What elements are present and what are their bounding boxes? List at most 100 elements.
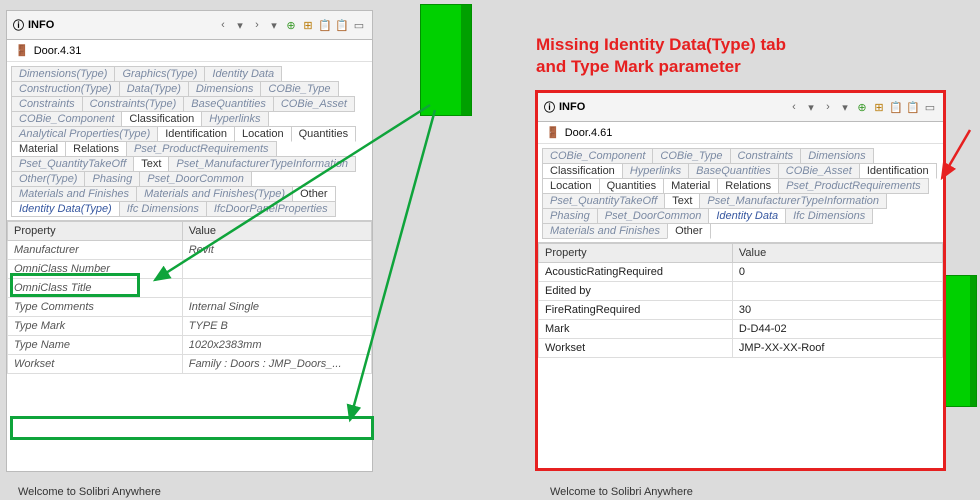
col-property[interactable]: Property xyxy=(539,244,733,263)
tab-cobie-asset[interactable]: COBie_Asset xyxy=(778,163,860,179)
nav-last-icon[interactable]: ▾ xyxy=(267,18,281,32)
nav-first-icon[interactable]: ‹ xyxy=(216,18,230,32)
table-row[interactable]: Type Name1020x2383mm xyxy=(8,336,372,355)
tab-ifc-dimensions[interactable]: Ifc Dimensions xyxy=(785,208,873,224)
tab-cobie-component[interactable]: COBie_Component xyxy=(11,111,122,127)
clipboard-icon[interactable]: 📋 xyxy=(318,18,332,32)
tab-cobie-type[interactable]: COBie_Type xyxy=(652,148,730,164)
tab-quantities[interactable]: Quantities xyxy=(291,126,357,142)
tab-relations[interactable]: Relations xyxy=(717,178,779,194)
tab-graphics-type-[interactable]: Graphics(Type) xyxy=(114,66,205,82)
tab-pset-doorcommon[interactable]: Pset_DoorCommon xyxy=(597,208,710,224)
tab-identity-data-type-[interactable]: Identity Data(Type) xyxy=(11,201,120,217)
tab-dimensions[interactable]: Dimensions xyxy=(188,81,261,97)
tab-construction-type-[interactable]: Construction(Type) xyxy=(11,81,120,97)
tab-material[interactable]: Material xyxy=(663,178,718,194)
screen-icon[interactable]: ▭ xyxy=(923,100,937,114)
tab-pset-manufacturertypeinformation[interactable]: Pset_ManufacturerTypeInformation xyxy=(168,156,356,172)
tab-pset-quantitytakeoff[interactable]: Pset_QuantityTakeOff xyxy=(542,193,665,209)
clipboard-icon[interactable]: 📋 xyxy=(889,100,903,114)
tab-location[interactable]: Location xyxy=(234,126,292,142)
tab-ifc-dimensions[interactable]: Ifc Dimensions xyxy=(119,201,207,217)
table-row[interactable]: WorksetFamily : Doors : JMP_Doors_... xyxy=(8,355,372,374)
tab-pset-doorcommon[interactable]: Pset_DoorCommon xyxy=(139,171,252,187)
tab-identity-data[interactable]: Identity Data xyxy=(204,66,282,82)
tab-quantities[interactable]: Quantities xyxy=(599,178,665,194)
header-toolbar-right: ‹ ▾ › ▾ ⊕ ⊞ 📋 📋 ▭ xyxy=(787,100,937,114)
tab-text[interactable]: Text xyxy=(664,193,700,209)
tab-analytical-properties-type-[interactable]: Analytical Properties(Type) xyxy=(11,126,158,142)
tab-other[interactable]: Other xyxy=(292,186,336,202)
tab-other[interactable]: Other xyxy=(667,223,711,239)
tab-basequantities[interactable]: BaseQuantities xyxy=(183,96,274,112)
property-value: Internal Single xyxy=(182,298,371,317)
property-table-right: Property Value AcousticRatingRequired0Ed… xyxy=(538,243,943,358)
tab-hyperlinks[interactable]: Hyperlinks xyxy=(622,163,689,179)
tab-classification[interactable]: Classification xyxy=(121,111,202,127)
col-property[interactable]: Property xyxy=(8,222,183,241)
add-icon[interactable]: ⊞ xyxy=(872,100,886,114)
object-name-left: Door.4.31 xyxy=(34,45,82,57)
tab-classification[interactable]: Classification xyxy=(542,163,623,179)
tab-pset-manufacturertypeinformation[interactable]: Pset_ManufacturerTypeInformation xyxy=(699,193,887,209)
tab-basequantities[interactable]: BaseQuantities xyxy=(688,163,779,179)
table-row[interactable]: ManufacturerRevit xyxy=(8,241,372,260)
table-row[interactable]: MarkD-D44-02 xyxy=(539,320,943,339)
nav-next-icon[interactable]: › xyxy=(250,18,264,32)
tab-dimensions[interactable]: Dimensions xyxy=(800,148,873,164)
tab-cobie-type[interactable]: COBie_Type xyxy=(260,81,338,97)
nav-first-icon[interactable]: ‹ xyxy=(787,100,801,114)
annotation-text: Missing Identity Data(Type) tab and Type… xyxy=(536,34,786,78)
property-value: JMP-XX-XX-Roof xyxy=(732,339,942,358)
tab-phasing[interactable]: Phasing xyxy=(84,171,140,187)
clipboard2-icon[interactable]: 📋 xyxy=(335,18,349,32)
tab-pset-quantitytakeoff[interactable]: Pset_QuantityTakeOff xyxy=(11,156,134,172)
table-row[interactable]: WorksetJMP-XX-XX-Roof xyxy=(539,339,943,358)
tab-pset-productrequirements[interactable]: Pset_ProductRequirements xyxy=(126,141,277,157)
link-icon[interactable]: ⊕ xyxy=(855,100,869,114)
tab-other-type-[interactable]: Other(Type) xyxy=(11,171,85,187)
tab-ifcdoorpanelproperties[interactable]: IfcDoorPanelProperties xyxy=(206,201,336,217)
tab-pset-productrequirements[interactable]: Pset_ProductRequirements xyxy=(778,178,929,194)
table-row[interactable]: FireRatingRequired30 xyxy=(539,301,943,320)
tab-hyperlinks[interactable]: Hyperlinks xyxy=(201,111,268,127)
link-icon[interactable]: ⊕ xyxy=(284,18,298,32)
tab-materials-and-finishes[interactable]: Materials and Finishes xyxy=(542,223,668,239)
col-value[interactable]: Value xyxy=(732,244,942,263)
info-icon: ⓘ xyxy=(13,17,24,33)
tabs-right: COBie_ComponentCOBie_TypeConstraintsDime… xyxy=(538,144,943,243)
nav-prev-icon[interactable]: ▾ xyxy=(804,100,818,114)
property-value: TYPE B xyxy=(182,317,371,336)
tab-constraints-type-[interactable]: Constraints(Type) xyxy=(82,96,185,112)
table-row[interactable]: Type MarkTYPE B xyxy=(8,317,372,336)
tab-constraints[interactable]: Constraints xyxy=(11,96,83,112)
nav-next-icon[interactable]: › xyxy=(821,100,835,114)
property-value: Family : Doors : JMP_Doors_... xyxy=(182,355,371,374)
tab-data-type-[interactable]: Data(Type) xyxy=(119,81,189,97)
tab-dimensions-type-[interactable]: Dimensions(Type) xyxy=(11,66,115,82)
tab-relations[interactable]: Relations xyxy=(65,141,127,157)
object-line-left: 🚪 Door.4.31 xyxy=(7,40,372,62)
tab-material[interactable]: Material xyxy=(11,141,66,157)
nav-last-icon[interactable]: ▾ xyxy=(838,100,852,114)
tab-materials-and-finishes-type-[interactable]: Materials and Finishes(Type) xyxy=(136,186,293,202)
clipboard2-icon[interactable]: 📋 xyxy=(906,100,920,114)
tab-cobie-component[interactable]: COBie_Component xyxy=(542,148,653,164)
tab-identification[interactable]: Identification xyxy=(157,126,235,142)
nav-prev-icon[interactable]: ▾ xyxy=(233,18,247,32)
tab-identity-data[interactable]: Identity Data xyxy=(708,208,786,224)
tab-location[interactable]: Location xyxy=(542,178,600,194)
tab-constraints[interactable]: Constraints xyxy=(730,148,802,164)
property-value: 1020x2383mm xyxy=(182,336,371,355)
tab-phasing[interactable]: Phasing xyxy=(542,208,598,224)
screen-icon[interactable]: ▭ xyxy=(352,18,366,32)
col-value[interactable]: Value xyxy=(182,222,371,241)
table-row[interactable]: AcousticRatingRequired0 xyxy=(539,263,943,282)
tab-cobie-asset[interactable]: COBie_Asset xyxy=(273,96,355,112)
tab-identification[interactable]: Identification xyxy=(859,163,937,179)
table-row[interactable]: Type CommentsInternal Single xyxy=(8,298,372,317)
add-icon[interactable]: ⊞ xyxy=(301,18,315,32)
tab-materials-and-finishes[interactable]: Materials and Finishes xyxy=(11,186,137,202)
table-row[interactable]: Edited by xyxy=(539,282,943,301)
tab-text[interactable]: Text xyxy=(133,156,169,172)
